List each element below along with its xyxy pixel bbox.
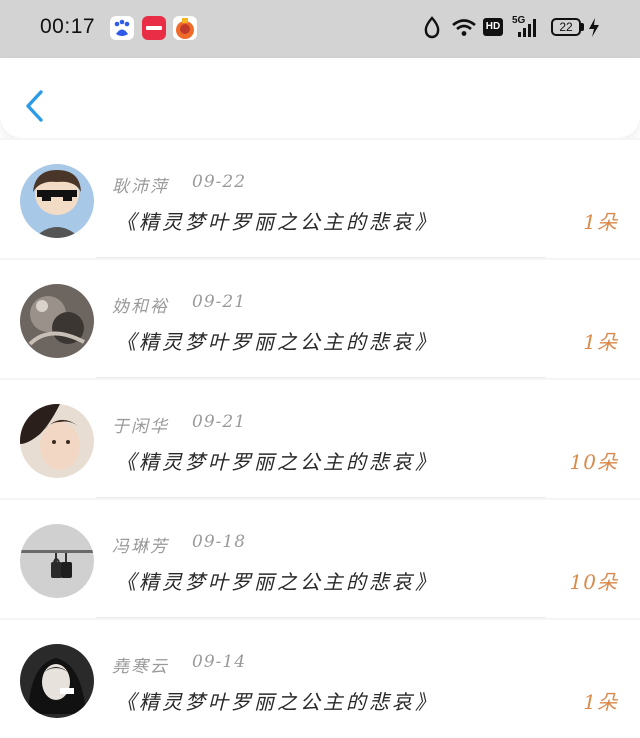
sender-name: 冯琳芳 <box>112 537 169 557</box>
book-title: 《精灵梦叶罗丽之公主的悲哀》 <box>116 210 438 234</box>
battery-tip <box>581 23 584 31</box>
gift-date: 09-22 <box>192 172 247 192</box>
wifi-icon <box>452 19 476 36</box>
gift-record-list: 耿沛萍 09-22 《精灵梦叶罗丽之公主的悲哀》 1朵 妫和裕 09-21 《精… <box>0 138 640 738</box>
hd-icon: HD <box>483 18 503 36</box>
flower-count: 1朵 <box>583 690 618 714</box>
gift-date: 09-14 <box>192 652 247 672</box>
gift-date: 09-21 <box>192 412 247 432</box>
sender-name: 于闲华 <box>112 417 169 437</box>
battery-icon: 22 <box>551 18 581 36</box>
flower-count: 10朵 <box>569 450 618 474</box>
header-bar <box>0 58 640 138</box>
list-item[interactable]: 于闲华 09-21 《精灵梦叶罗丽之公主的悲哀》 10朵 <box>0 380 640 498</box>
status-bar: 00:17 HD 5G 22 <box>0 0 640 58</box>
avatar[interactable] <box>20 164 94 238</box>
row-divider <box>96 377 546 378</box>
row-divider <box>96 617 546 618</box>
gift-date: 09-18 <box>192 532 247 552</box>
flower-count: 1朵 <box>583 210 618 234</box>
status-time: 00:17 <box>40 15 96 38</box>
list-item[interactable]: 冯琳芳 09-18 《精灵梦叶罗丽之公主的悲哀》 10朵 <box>0 500 640 618</box>
signal-5g-icon <box>518 19 536 37</box>
xiaohongshu-icon <box>142 16 166 40</box>
list-item[interactable]: 妫和裕 09-21 《精灵梦叶罗丽之公主的悲哀》 1朵 <box>0 260 640 378</box>
flower-count: 1朵 <box>583 330 618 354</box>
do-not-disturb-icon <box>424 16 440 39</box>
book-title: 《精灵梦叶罗丽之公主的悲哀》 <box>116 450 438 474</box>
flower-count: 10朵 <box>569 570 618 594</box>
sender-name: 堯寒云 <box>112 657 169 677</box>
sender-name: 耿沛萍 <box>112 177 169 197</box>
charging-icon <box>589 18 599 37</box>
list-item[interactable]: 耿沛萍 09-22 《精灵梦叶罗丽之公主的悲哀》 1朵 <box>0 140 640 258</box>
chevron-left-icon[interactable] <box>22 88 48 124</box>
taobao-icon <box>173 16 197 40</box>
list-item[interactable]: 堯寒云 09-14 《精灵梦叶罗丽之公主的悲哀》 1朵 <box>0 620 640 738</box>
row-divider <box>96 497 546 498</box>
book-title: 《精灵梦叶罗丽之公主的悲哀》 <box>116 330 438 354</box>
sender-name: 妫和裕 <box>112 297 169 317</box>
book-title: 《精灵梦叶罗丽之公主的悲哀》 <box>116 570 438 594</box>
avatar[interactable] <box>20 524 94 598</box>
gift-date: 09-21 <box>192 292 247 312</box>
avatar[interactable] <box>20 404 94 478</box>
book-title: 《精灵梦叶罗丽之公主的悲哀》 <box>116 690 438 714</box>
avatar[interactable] <box>20 284 94 358</box>
avatar[interactable] <box>20 644 94 718</box>
row-divider <box>96 257 546 258</box>
baidu-icon <box>110 16 134 40</box>
